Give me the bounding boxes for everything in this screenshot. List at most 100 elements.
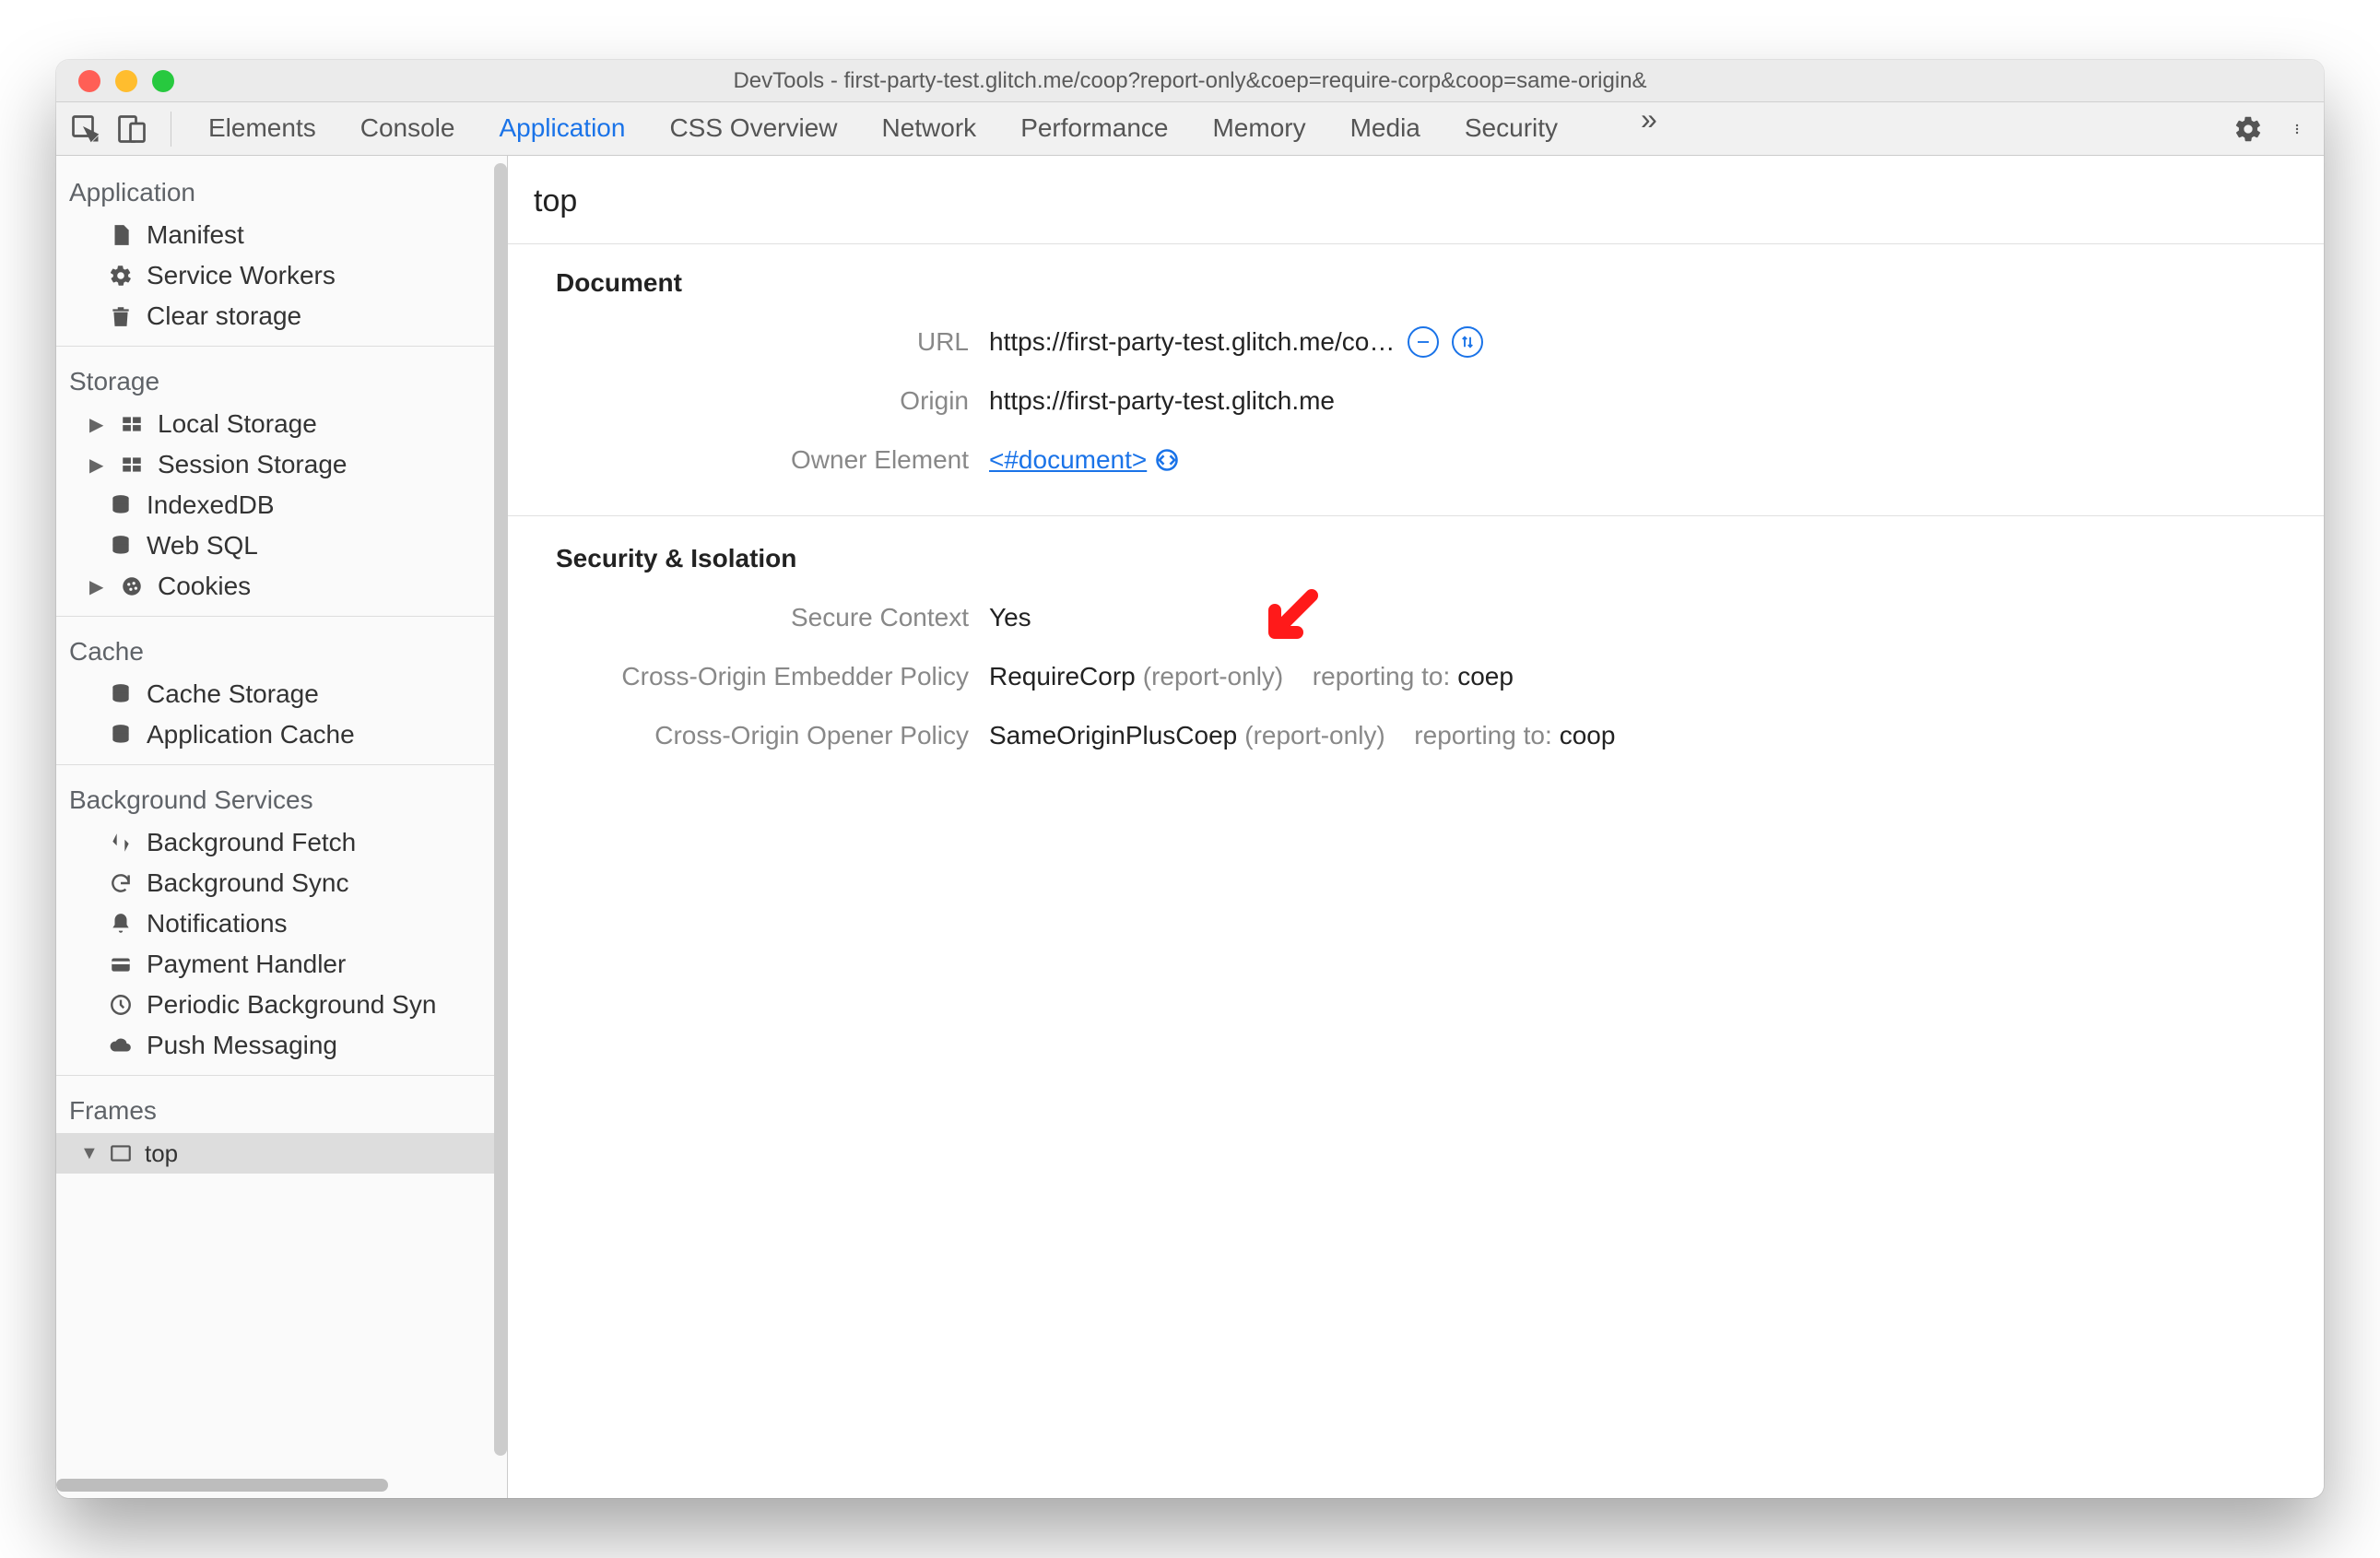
section-heading: Document [556,268,2276,298]
sidebar-item-web-sql[interactable]: Web SQL [56,525,507,566]
card-icon [106,950,135,979]
sidebar-item-background-sync[interactable]: Background Sync [56,863,507,903]
secure-context-value: Yes [989,603,1031,632]
section-heading: Security & Isolation [556,544,2276,573]
gear-icon [106,261,135,290]
sidebar-item-cache-storage[interactable]: Cache Storage [56,674,507,714]
sidebar-item-label: IndexedDB [147,490,275,520]
frame-detail-pane: top Document URL https://first-party-tes… [508,156,2324,1498]
sidebar-item-payment-handler[interactable]: Payment Handler [56,944,507,985]
maximize-icon[interactable] [152,70,174,92]
titlebar: DevTools - first-party-test.glitch.me/co… [56,60,2324,102]
secure-context-label: Secure Context [556,603,989,632]
application-sidebar: Application Manifest Service Workers Cle… [56,156,508,1498]
sidebar-item-push-messaging[interactable]: Push Messaging [56,1025,507,1066]
db-icon [106,490,135,520]
sidebar-section-application: Application [56,167,507,215]
sidebar-item-background-fetch[interactable]: Background Fetch [56,822,507,863]
security-section: Security & Isolation Secure Context Yes … [556,544,2276,754]
tab-media[interactable]: Media [1349,102,1422,156]
coop-report-only-badge: (report-only) [1244,721,1384,750]
tab-memory[interactable]: Memory [1210,102,1307,156]
url-label: URL [556,327,989,357]
sidebar-item-indexeddb[interactable]: IndexedDB [56,485,507,525]
coep-reporting-value: coep [1457,662,1514,691]
sidebar-item-label: Manifest [147,220,244,250]
tabs-overflow-icon[interactable]: » [1641,102,1657,156]
sidebar-section-background: Background Services [56,774,507,822]
coep-reporting-label: reporting to: [1313,662,1450,691]
sidebar-item-session-storage[interactable]: ▶ Session Storage [56,444,507,485]
settings-icon[interactable] [2233,114,2263,144]
sidebar-item-label: Local Storage [158,409,317,439]
sidebar-item-frame-top[interactable]: ▼ top [56,1133,507,1174]
sidebar-item-label: Background Fetch [147,828,356,857]
grid-icon [117,450,147,479]
coop-reporting-value: coop [1560,721,1616,750]
origin-label: Origin [556,386,989,416]
sidebar-item-periodic-sync[interactable]: Periodic Background Syn [56,985,507,1025]
scrollbar-vertical[interactable] [494,163,507,1456]
owner-element-label: Owner Element [556,445,989,475]
sidebar-item-application-cache[interactable]: Application Cache [56,714,507,755]
trash-icon [106,301,135,331]
sync-icon [106,868,135,898]
tab-application[interactable]: Application [497,102,627,160]
document-section: Document URL https://first-party-test.gl… [556,268,2276,478]
devtools-tabs: Elements Console Application CSS Overvie… [206,102,1657,156]
devtools-window: DevTools - first-party-test.glitch.me/co… [56,60,2324,1498]
open-in-network-icon[interactable] [1452,326,1483,358]
clock-icon [106,990,135,1020]
coep-value: RequireCorp [989,662,1136,691]
tab-console[interactable]: Console [359,102,457,156]
tab-network[interactable]: Network [879,102,978,156]
chevron-down-icon: ▼ [80,1143,97,1164]
inspect-element-icon[interactable] [69,112,102,146]
minimize-icon[interactable] [115,70,137,92]
device-toolbar-icon[interactable] [115,112,148,146]
sidebar-section-frames: Frames [56,1085,507,1133]
frame-icon [106,1139,135,1168]
coep-label: Cross-Origin Embedder Policy [556,662,989,691]
sidebar-item-label: Notifications [147,909,288,938]
sidebar-section-cache: Cache [56,626,507,674]
chevron-right-icon: ▶ [89,413,106,436]
grid-icon [117,409,147,439]
sidebar-item-label: Web SQL [147,531,258,561]
sidebar-item-label: Service Workers [147,261,336,290]
coop-value: SameOriginPlusCoep [989,721,1237,750]
db-icon [106,720,135,749]
sidebar-section-storage: Storage [56,356,507,404]
sidebar-item-local-storage[interactable]: ▶ Local Storage [56,404,507,444]
chevron-right-icon: ▶ [89,454,106,477]
sidebar-item-manifest[interactable]: Manifest [56,215,507,255]
owner-element-link[interactable]: <#document> [989,445,1147,475]
sidebar-item-label: Cache Storage [147,679,319,709]
open-in-sources-icon[interactable] [1408,326,1439,358]
scrollbar-horizontal[interactable] [56,1472,507,1498]
sidebar-item-label: top [145,1139,178,1168]
tab-elements[interactable]: Elements [206,102,318,156]
sidebar-item-notifications[interactable]: Notifications [56,903,507,944]
sidebar-item-label: Cookies [158,572,251,601]
coep-report-only-badge: (report-only) [1143,662,1283,691]
cookie-icon [117,572,147,601]
reveal-in-elements-icon[interactable] [1154,447,1180,473]
window-title: DevTools - first-party-test.glitch.me/co… [733,68,1646,94]
tab-performance[interactable]: Performance [1019,102,1170,156]
sidebar-item-label: Payment Handler [147,950,346,979]
cloud-icon [106,1031,135,1060]
close-icon[interactable] [78,70,100,92]
annotation-arrow-icon [1256,586,1330,660]
kebab-menu-icon[interactable] [2294,114,2305,144]
traffic-lights [56,70,174,92]
sidebar-item-service-workers[interactable]: Service Workers [56,255,507,296]
page-title: top [508,156,2324,244]
tab-css-overview[interactable]: CSS Overview [667,102,839,156]
bell-icon [106,909,135,938]
sidebar-item-cookies[interactable]: ▶ Cookies [56,566,507,607]
tab-security[interactable]: Security [1463,102,1560,156]
sidebar-item-clear-storage[interactable]: Clear storage [56,296,507,336]
devtools-toolbar: Elements Console Application CSS Overvie… [56,102,2324,156]
sidebar-item-label: Application Cache [147,720,355,749]
